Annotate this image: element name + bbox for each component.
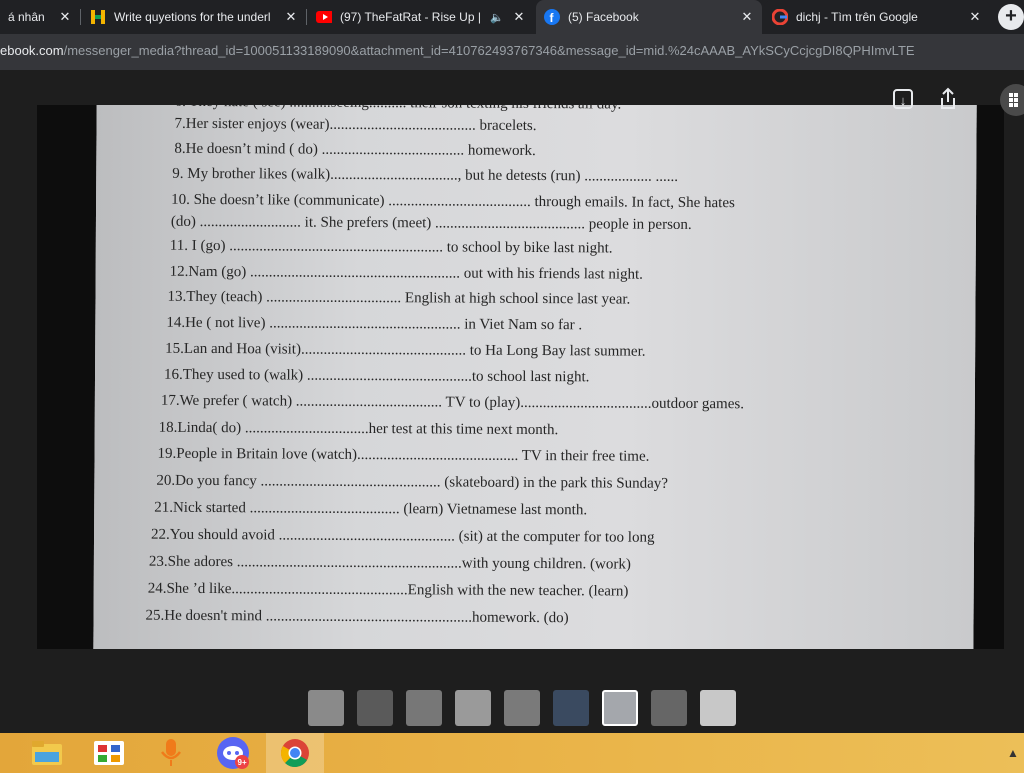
tab-title: á nhân — [8, 10, 45, 24]
thumbnail[interactable] — [308, 690, 344, 726]
thumbnail-selected[interactable] — [602, 690, 638, 726]
worksheet-line: 7.Her sister enjoys (wear)..............… — [174, 115, 537, 135]
worksheet-paper: 6. They hate ( see) ...........seeing...… — [93, 105, 977, 649]
thumbnail[interactable] — [504, 690, 540, 726]
worksheet-line: 19.People in Britain love (watch).......… — [157, 445, 650, 465]
hoc247-icon — [90, 9, 106, 25]
google-icon — [772, 9, 788, 25]
tab-divider — [80, 9, 81, 25]
worksheet-line: 22.You should avoid ....................… — [150, 526, 655, 546]
youtube-icon — [316, 9, 332, 25]
thumbnail[interactable] — [357, 690, 393, 726]
tab-personal[interactable]: á nhân ✕ — [0, 0, 80, 34]
close-icon[interactable]: ✕ — [966, 9, 984, 25]
file-explorer-icon[interactable] — [18, 733, 76, 773]
tab-google[interactable]: dichj - Tìm trên Google ✕ — [764, 0, 990, 34]
download-icon[interactable]: ↓ — [893, 89, 913, 109]
worksheet-line: 9. My brother likes (walk)..............… — [172, 165, 679, 185]
worksheet-line: 25.He doesn't mind .....................… — [145, 607, 569, 627]
worksheet-line: 18.Linda( do) ..........................… — [158, 419, 559, 439]
worksheet-line: 20.Do you fancy ........................… — [156, 472, 669, 492]
url-host: ebook.com — [0, 43, 64, 58]
thumbnail[interactable] — [406, 690, 442, 726]
tab-title: (97) TheFatRat - Rise Up | — [340, 10, 481, 24]
tab-strip: á nhân ✕ Write quyetions for the underl … — [0, 0, 1024, 34]
worksheet-line: 17.We prefer ( watch) ..................… — [160, 392, 745, 413]
worksheet-line: 16.They used to (walk) .................… — [163, 366, 590, 386]
worksheet-line: 11. I (go) .............................… — [169, 237, 613, 257]
worksheet-line: 23.She adores ..........................… — [148, 553, 631, 573]
worksheet-line: 15.Lan and Hoa (visit)..................… — [165, 340, 646, 360]
worksheet-line: 8.He doesn’t mind ( do) ................… — [174, 140, 536, 160]
close-icon[interactable]: ✕ — [56, 9, 74, 25]
worksheet-line: (do) ........................... it. She… — [170, 213, 692, 233]
url-text[interactable]: ebook.com/messenger_media?thread_id=1000… — [0, 43, 915, 58]
thumbnail[interactable] — [700, 690, 736, 726]
worksheet-line: 10. She doesn’t like (communicate) .....… — [171, 191, 735, 212]
discord-badge: 9+ — [238, 758, 247, 767]
app-grid-icon[interactable] — [80, 733, 138, 773]
tab-youtube[interactable]: (97) TheFatRat - Rise Up | 🔈 ✕ — [308, 0, 534, 34]
new-tab-button[interactable]: + — [998, 4, 1024, 30]
chrome-icon[interactable] — [266, 733, 324, 773]
tab-title: (5) Facebook — [568, 10, 639, 24]
worksheet-photo: 6. They hate ( see) ...........seeing...… — [37, 105, 1004, 649]
share-icon[interactable] — [938, 87, 958, 111]
address-bar[interactable]: ebook.com/messenger_media?thread_id=1000… — [0, 34, 1024, 70]
tab-divider — [306, 9, 307, 25]
tray-chevron-icon[interactable]: ▲ — [1007, 746, 1019, 760]
close-icon[interactable]: ✕ — [282, 9, 300, 25]
worksheet-line: 24.She ’d like..........................… — [147, 580, 629, 600]
taskbar: 9+ ▲ — [0, 733, 1024, 773]
microphone-app-icon[interactable] — [142, 733, 200, 773]
tab-hoc247[interactable]: Write quyetions for the underl ✕ — [82, 0, 306, 34]
worksheet-line: 14.He ( not live) ......................… — [166, 314, 583, 334]
worksheet-line: 12.Nam (go) ............................… — [169, 263, 644, 283]
tab-title: dichj - Tìm trên Google — [796, 10, 918, 24]
close-icon[interactable]: ✕ — [510, 9, 528, 25]
grid-icon[interactable] — [1000, 84, 1024, 116]
close-icon[interactable]: ✕ — [738, 9, 756, 25]
thumbnail[interactable] — [553, 690, 589, 726]
worksheet-line: 21.Nick started ........................… — [154, 499, 588, 519]
worksheet-line: 13.They (teach) ........................… — [167, 288, 631, 308]
worksheet-line: 6. They hate ( see) ...........seeing...… — [175, 105, 622, 114]
speaker-icon[interactable]: 🔈 — [490, 11, 504, 24]
facebook-icon: f — [544, 9, 560, 25]
discord-icon[interactable]: 9+ — [204, 733, 262, 773]
thumbnail[interactable] — [455, 690, 491, 726]
tab-title: Write quyetions for the underl — [114, 10, 271, 24]
url-path: /messenger_media?thread_id=1000511331890… — [63, 43, 915, 58]
tab-facebook[interactable]: f (5) Facebook ✕ — [536, 0, 762, 34]
thumbnail[interactable] — [651, 690, 687, 726]
